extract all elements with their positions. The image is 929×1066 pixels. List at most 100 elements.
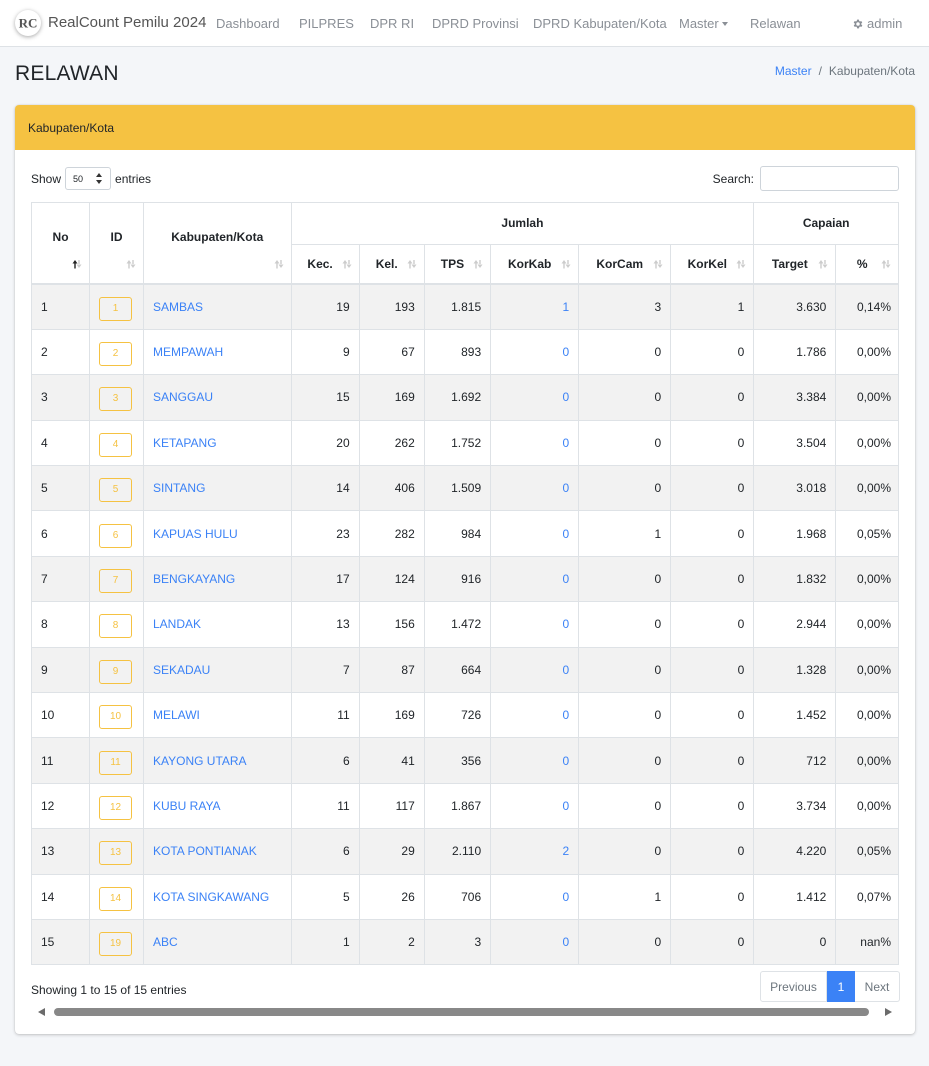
id-button[interactable]: 9 — [99, 659, 133, 684]
nav-dprd-kabupaten-kota[interactable]: DPRD Kabupaten/Kota — [533, 16, 667, 31]
kabupaten-link[interactable]: KAPUAS HULU — [153, 527, 238, 541]
cell-percent: 0,07% — [835, 874, 899, 920]
nav-dashboard[interactable]: Dashboard — [216, 16, 280, 31]
kabupaten-link[interactable]: ABC — [153, 935, 178, 949]
cell-korcam: 0 — [578, 465, 672, 512]
cell-kabupaten: SANGGAU — [143, 374, 292, 421]
korkab-link[interactable]: 0 — [563, 572, 570, 586]
cell-korkab: 0 — [490, 329, 580, 376]
cell-id: 2 — [89, 329, 144, 376]
korkab-link[interactable]: 1 — [563, 300, 570, 314]
cell-korkel: 0 — [670, 601, 755, 648]
pagination-previous[interactable]: Previous — [760, 971, 827, 1002]
id-button[interactable]: 11 — [99, 750, 133, 775]
id-button[interactable]: 7 — [99, 569, 133, 594]
korkab-link[interactable]: 0 — [563, 527, 570, 541]
cell-korcam: 0 — [578, 783, 672, 830]
col-header-tps[interactable]: TPS — [424, 244, 492, 285]
korkab-link[interactable]: 2 — [563, 844, 570, 858]
cell-kabupaten: KAYONG UTARA — [143, 737, 292, 784]
brand-logo[interactable]: RC — [15, 10, 41, 36]
korkab-link[interactable]: 0 — [563, 617, 570, 631]
cell-kec: 6 — [291, 828, 360, 875]
cell-id: 9 — [89, 647, 144, 694]
col-header-target[interactable]: Target — [753, 244, 837, 285]
id-button[interactable]: 5 — [99, 478, 133, 503]
id-button[interactable]: 2 — [99, 342, 133, 367]
korkab-link[interactable]: 0 — [563, 799, 570, 813]
korkab-link[interactable]: 0 — [563, 890, 570, 904]
pagination-page-1[interactable]: 1 — [827, 971, 855, 1002]
korkab-link[interactable]: 0 — [563, 754, 570, 768]
kabupaten-link[interactable]: MELAWI — [153, 708, 200, 722]
brand-name[interactable]: RealCount Pemilu 2024 — [48, 14, 206, 31]
cell-kec: 23 — [291, 510, 360, 557]
col-header-kec[interactable]: Kec. — [290, 244, 360, 285]
id-button[interactable]: 6 — [99, 523, 133, 548]
id-button[interactable]: 12 — [99, 795, 133, 820]
entries-select[interactable]: 50 — [65, 167, 112, 190]
kabupaten-link[interactable]: MEMPAWAH — [153, 345, 223, 359]
kabupaten-link[interactable]: LANDAK — [153, 617, 201, 631]
kabupaten-link[interactable]: KUBU RAYA — [153, 799, 221, 813]
col-header-korkab[interactable]: KorKab — [490, 244, 580, 285]
nav-pilpres[interactable]: PILPRES — [299, 16, 354, 31]
horizontal-scrollbar[interactable] — [31, 1004, 899, 1020]
nav-dpr-ri[interactable]: DPR RI — [370, 16, 414, 31]
scroll-right-arrow-icon[interactable] — [885, 1008, 892, 1016]
nav-master-dropdown[interactable]: Master — [679, 16, 728, 31]
col-header-percent[interactable]: % — [835, 244, 899, 285]
breadcrumb-master-link[interactable]: Master — [775, 64, 812, 78]
kabupaten-link[interactable]: SANGGAU — [153, 390, 213, 404]
kabupaten-link[interactable]: SEKADAU — [153, 663, 210, 677]
cell-percent: 0,00% — [835, 329, 899, 376]
korkab-link[interactable]: 0 — [563, 481, 570, 495]
cell-kel: 29 — [359, 828, 425, 875]
korkab-link[interactable]: 0 — [563, 345, 570, 359]
cell-percent: 0,00% — [835, 737, 899, 784]
korkab-link[interactable]: 0 — [563, 390, 570, 404]
sort-icon — [561, 260, 571, 269]
col-header-kabupaten-kota[interactable]: Kabupaten/Kota — [143, 203, 292, 285]
kabupaten-link[interactable]: SINTANG — [153, 481, 205, 495]
cell-no: 11 — [31, 737, 91, 784]
id-button[interactable]: 13 — [99, 841, 133, 866]
search-input[interactable] — [760, 166, 899, 191]
korkab-link[interactable]: 0 — [563, 935, 570, 949]
col-header-korkel[interactable]: KorKel — [670, 244, 755, 285]
id-button[interactable]: 4 — [99, 432, 133, 457]
cell-tps: 3 — [424, 919, 492, 965]
kabupaten-link[interactable]: KETAPANG — [153, 436, 217, 450]
id-button[interactable]: 14 — [99, 886, 133, 911]
id-button[interactable]: 10 — [99, 705, 133, 730]
user-menu[interactable]: admin — [852, 16, 902, 31]
col-header-id[interactable]: ID — [89, 203, 144, 285]
kabupaten-link[interactable]: KOTA PONTIANAK — [153, 844, 257, 858]
col-header-kel[interactable]: Kel. — [359, 244, 425, 285]
col-header-korcam[interactable]: KorCam — [578, 244, 672, 285]
nav-dprd-provinsi[interactable]: DPRD Provinsi — [432, 16, 519, 31]
kabupaten-link[interactable]: KAYONG UTARA — [153, 754, 247, 768]
cell-no: 1 — [31, 284, 91, 330]
id-button[interactable]: 1 — [99, 296, 133, 321]
id-button[interactable]: 19 — [99, 932, 133, 957]
korkab-link[interactable]: 0 — [563, 663, 570, 677]
kabupaten-table: No ID Kabupaten/Kota Jumlah Capaian Kec.… — [31, 203, 899, 965]
table-scroll-area[interactable]: No ID Kabupaten/Kota Jumlah Capaian Kec.… — [31, 202, 899, 965]
cell-kec: 19 — [291, 284, 360, 330]
korkab-link[interactable]: 0 — [563, 436, 570, 450]
kabupaten-link[interactable]: BENGKAYANG — [153, 572, 235, 586]
cell-kec: 15 — [291, 374, 360, 421]
scroll-left-arrow-icon[interactable] — [38, 1008, 45, 1016]
nav-relawan[interactable]: Relawan — [750, 16, 801, 31]
cell-percent: 0,00% — [835, 692, 899, 739]
table-row: 7 7 BENGKAYANG 17 124 916 0 0 0 1.832 0,00% — [31, 556, 899, 603]
id-button[interactable]: 3 — [99, 387, 133, 412]
scrollbar-thumb[interactable] — [54, 1008, 869, 1016]
id-button[interactable]: 8 — [99, 614, 133, 639]
kabupaten-link[interactable]: SAMBAS — [153, 300, 203, 314]
col-header-no[interactable]: No — [31, 203, 91, 285]
kabupaten-link[interactable]: KOTA SINGKAWANG — [153, 890, 269, 904]
pagination-next[interactable]: Next — [855, 971, 900, 1002]
korkab-link[interactable]: 0 — [563, 708, 570, 722]
